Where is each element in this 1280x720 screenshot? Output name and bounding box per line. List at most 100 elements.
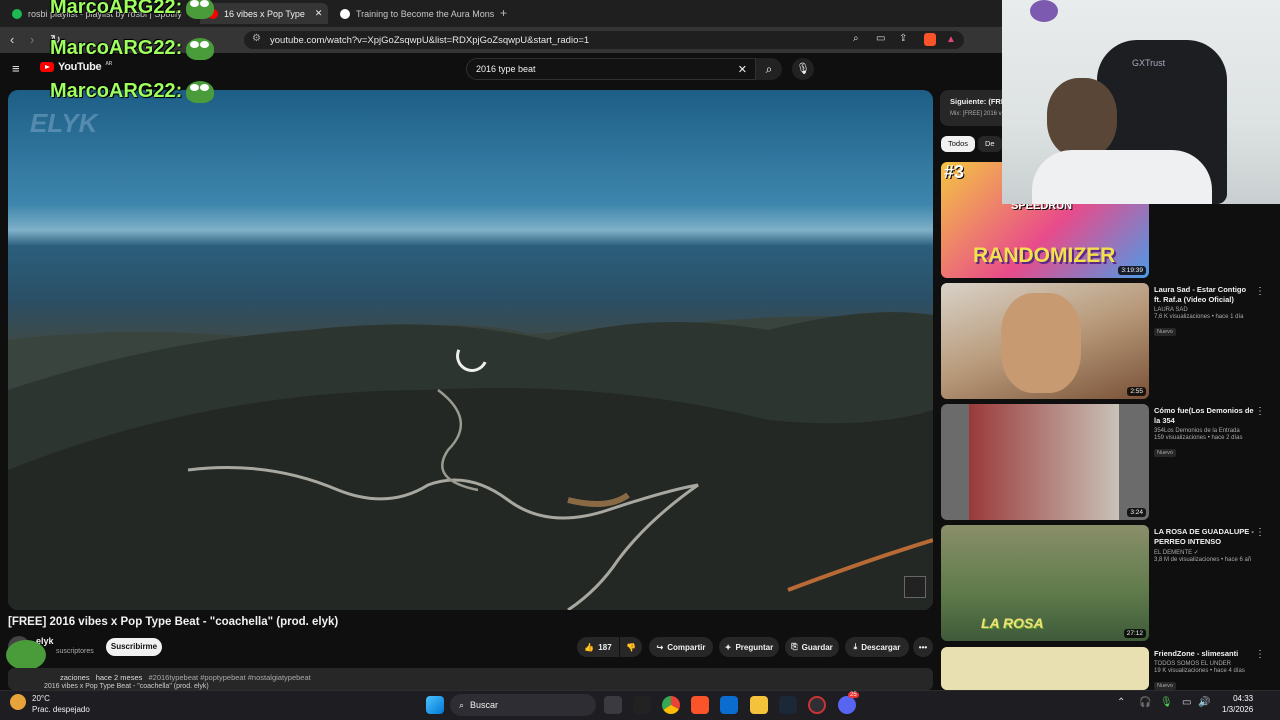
up-next-mix: Mix: [FREE] 2016 vi xyxy=(950,111,1002,117)
up-next-panel[interactable]: Siguiente: (FRE Mix: [FREE] 2016 vi xyxy=(940,90,1002,126)
person-head xyxy=(1047,78,1117,158)
video-info[interactable]: Laura Sad - Estar Contigo ft. Raf.a (Vid… xyxy=(1154,285,1254,338)
clock-time: 04:33 xyxy=(1233,694,1254,703)
like-count: 187 xyxy=(598,642,612,652)
subscriber-count: suscriptores xyxy=(56,648,94,655)
chip-from-channel[interactable]: De tu xyxy=(978,136,1002,152)
up-next-title: Siguiente: (FRE xyxy=(950,97,1002,106)
site-info-icon[interactable]: ⚙ xyxy=(252,33,261,44)
video-thumbnail[interactable] xyxy=(941,647,1149,690)
taskbar-search[interactable]: ⌕ Buscar xyxy=(450,694,596,716)
video-meta: 159 visualizaciones • hace 2 días xyxy=(1154,435,1243,441)
tab-label: 16 vibes x Pop Type xyxy=(224,8,305,19)
chat-message: MarcoARG22: xyxy=(50,80,215,103)
pepe-emote-icon xyxy=(186,80,215,103)
video-thumbnail[interactable]: 3:24 xyxy=(941,404,1149,520)
discord-badge: 25 xyxy=(848,692,859,698)
share-button[interactable]: ↪ Compartir xyxy=(649,637,713,657)
new-badge: Nuevo xyxy=(1154,449,1176,457)
video-menu-icon[interactable]: ⋮ xyxy=(1255,286,1265,297)
channel-branding-icon[interactable] xyxy=(904,576,926,598)
like-button[interactable]: 👍 187 xyxy=(577,637,619,657)
system-clock[interactable]: 04:33 1/3/2026 xyxy=(1222,693,1253,715)
share-label: Compartir xyxy=(667,642,706,652)
discord-icon[interactable]: 25 xyxy=(838,692,859,714)
task-view-icon[interactable] xyxy=(604,696,622,714)
weather-desc: Prac. despejado xyxy=(32,705,90,714)
save-button[interactable]: ⎘ Guardar xyxy=(785,637,839,657)
tray-chevron-icon[interactable]: ⌃ xyxy=(1117,697,1125,708)
clear-search-icon[interactable]: ✕ xyxy=(738,63,747,76)
tab-tiktok[interactable]: Training to Become the Aura Monster xyxy=(332,3,494,24)
logo-text: YouTube xyxy=(58,61,102,73)
chrome-icon[interactable] xyxy=(662,696,680,714)
video-channel: 354Los Demonios de la Entrada xyxy=(1154,428,1240,434)
zoom-icon[interactable]: ⌕ xyxy=(853,33,859,44)
video-title: [FREE] 2016 vibes x Pop Type Beat - "coa… xyxy=(8,616,339,628)
chip-all[interactable]: Todos xyxy=(941,136,976,152)
ask-button[interactable]: ✦ Preguntar xyxy=(719,637,779,657)
back-icon[interactable]: ‹ xyxy=(10,31,14,49)
brave-icon[interactable] xyxy=(691,696,709,714)
share-icon[interactable]: ⇪ xyxy=(899,33,907,44)
video-channel: TODOS SOMOS EL UNDER xyxy=(1154,661,1232,667)
tiktok-icon xyxy=(340,8,350,19)
video-info[interactable]: Cómo fue(Los Demonios de la 354 354Los D… xyxy=(1154,406,1254,459)
file-explorer-icon[interactable] xyxy=(750,696,768,714)
app-icon[interactable] xyxy=(808,696,826,714)
video-title: Cómo fue(Los Demonios de la 354 xyxy=(1154,406,1254,425)
youtube-play-icon xyxy=(40,62,54,72)
youtube-logo[interactable]: YouTube AR xyxy=(40,61,112,73)
store-icon[interactable] xyxy=(720,696,738,714)
video-info[interactable]: FriendZone - slimesanti TODOS SOMOS EL U… xyxy=(1154,649,1254,692)
video-watermark: ELYK xyxy=(30,108,98,138)
headset-icon[interactable]: 🎧 xyxy=(1139,697,1151,708)
video-menu-icon[interactable]: ⋮ xyxy=(1255,527,1265,538)
video-meta: 19 K visualizaciones • hace 4 días xyxy=(1154,668,1245,674)
hashtags[interactable]: #2016typebeat #poptypebeat #nostalgiatyp… xyxy=(149,673,311,682)
brave-rewards-icon[interactable]: ▲ xyxy=(946,34,956,45)
search-input[interactable]: 2016 type beat ✕ xyxy=(466,58,756,80)
url-text: youtube.com/watch?v=XpjGoZsqwpU&list=RDX… xyxy=(270,34,590,46)
new-tab-button[interactable]: + xyxy=(500,6,507,20)
dislike-button[interactable]: 👎 xyxy=(620,637,642,657)
tab-label: Training to Become the Aura Monster xyxy=(356,8,494,19)
weather-widget[interactable]: 20°C Prac. despejado xyxy=(32,693,90,715)
video-thumbnail[interactable]: LA ROSA 27:12 xyxy=(941,525,1149,641)
video-info[interactable]: LA ROSA DE GUADALUPE - PERREO INTENSO EL… xyxy=(1154,527,1254,563)
close-tab-icon[interactable]: ✕ xyxy=(315,8,323,19)
cast-icon[interactable]: ▭ xyxy=(876,33,885,44)
video-title: FriendZone - slimesanti xyxy=(1154,649,1239,658)
steam-icon[interactable] xyxy=(779,696,797,714)
bookmark-icon: ⎘ xyxy=(791,642,798,651)
network-icon[interactable]: ▭ xyxy=(1182,697,1191,708)
thumb-art xyxy=(969,404,1119,520)
search-value: 2016 type beat xyxy=(476,64,536,74)
windows-start-icon[interactable] xyxy=(426,696,444,714)
forward-icon[interactable]: › xyxy=(30,31,34,49)
brave-shield-icon[interactable] xyxy=(924,33,936,46)
volume-icon[interactable]: 🔊 xyxy=(1198,697,1210,708)
download-button[interactable]: ⤓ Descargar xyxy=(845,637,909,657)
search-button[interactable]: ⌕ xyxy=(756,58,782,80)
voice-search-icon[interactable]: 🎙 xyxy=(792,58,814,80)
pepe-emote-icon xyxy=(186,0,215,19)
video-menu-icon[interactable]: ⋮ xyxy=(1255,406,1265,417)
mic-tray-icon[interactable]: 🎙 xyxy=(1160,697,1173,708)
thumbs-up-icon: 👍 xyxy=(584,642,595,652)
pepe-overlay-icon xyxy=(6,640,46,670)
subscribe-button[interactable]: Suscribirme xyxy=(106,638,162,656)
thumbs-down-icon: 👎 xyxy=(626,642,636,652)
chat-message: MarcoARG22: xyxy=(50,37,215,60)
video-duration: 3:19:39 xyxy=(1118,266,1146,275)
video-thumbnail[interactable]: 2:55 xyxy=(941,283,1149,399)
menu-icon[interactable]: ≡ xyxy=(12,61,20,76)
more-actions-button[interactable]: ••• xyxy=(913,637,933,657)
tab-youtube[interactable]: 16 vibes x Pop Type ✕ xyxy=(200,3,328,24)
epic-games-icon[interactable] xyxy=(633,696,651,714)
weather-icon[interactable] xyxy=(10,694,26,710)
webcam-overlay: GXTrust xyxy=(1002,0,1280,204)
video-menu-icon[interactable]: ⋮ xyxy=(1255,649,1265,660)
upload-age: hace 2 meses xyxy=(95,673,143,682)
sparkle-icon: ✦ xyxy=(724,642,732,652)
